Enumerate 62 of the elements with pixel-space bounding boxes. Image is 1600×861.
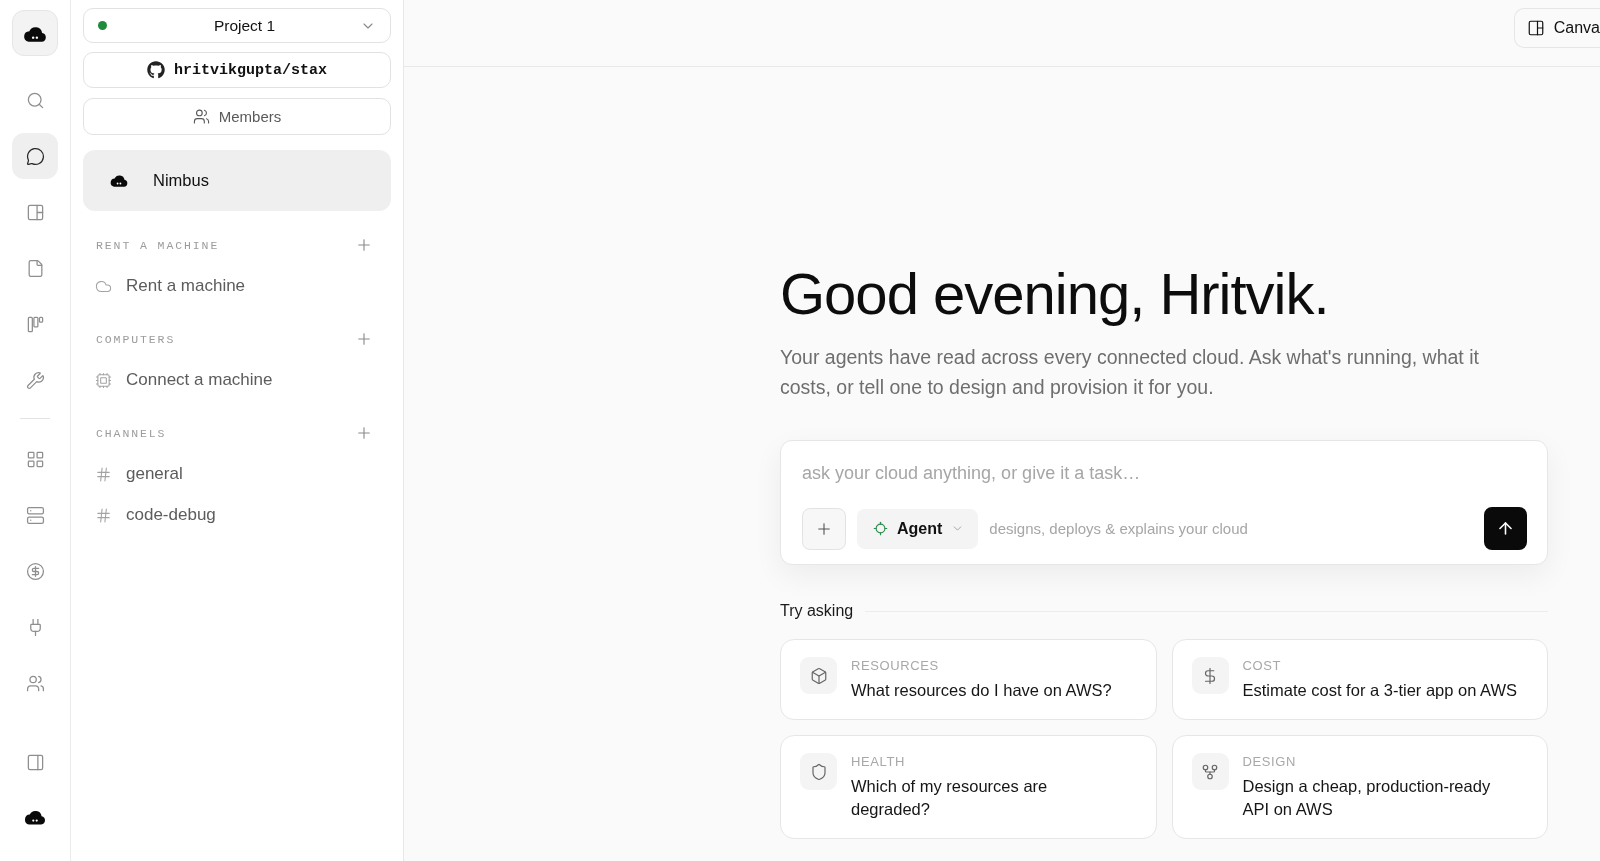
chip-icon <box>95 371 112 389</box>
nav-item[interactable]: Connect a machine <box>83 360 391 400</box>
fork-icon <box>1191 753 1229 790</box>
prompt-input[interactable]: ask your cloud anything, or give it a task… <box>802 461 1527 485</box>
add-button[interactable] <box>355 424 373 442</box>
greeting-subtitle: Your agents have read across every connected cloud. Ask what's running, what it costs, or tell one to design and provision it for you. <box>780 345 1480 400</box>
cloud-logo-icon <box>109 173 129 188</box>
panel-icon <box>25 752 45 772</box>
category-label: HEALTH <box>851 753 906 771</box>
repository-button[interactable]: hritvikgupta/stax <box>83 52 391 88</box>
question-text: Design a cheap, production-ready API on AWS <box>1242 776 1492 820</box>
mode-dropdown[interactable]: Agent <box>857 508 979 549</box>
section-title: RENT A MACHINE <box>96 238 220 252</box>
chat-bubble-icon <box>25 146 45 166</box>
dollar-icon <box>1191 657 1229 694</box>
plus-icon <box>355 424 373 442</box>
suggestion-card[interactable]: HEALTH Which of my resources are degraded? <box>780 735 1157 839</box>
question-text: What resources do I have on AWS? <box>851 680 1112 701</box>
category-label: COST <box>1242 657 1282 675</box>
add-button[interactable] <box>355 236 373 254</box>
members-button[interactable]: Members <box>83 98 391 135</box>
suggestions-title: Try asking <box>780 602 854 620</box>
search-icon <box>25 90 45 110</box>
nav-item[interactable]: code-debug <box>83 495 391 535</box>
chat-button[interactable] <box>12 133 58 179</box>
canvas-button[interactable]: Canva <box>1513 8 1600 48</box>
home-button[interactable] <box>12 10 58 56</box>
add-button[interactable] <box>355 330 373 348</box>
category-label: DESIGN <box>1242 753 1297 771</box>
nav-item[interactable]: general <box>83 454 391 494</box>
layout-icon <box>1526 19 1545 37</box>
send-button[interactable] <box>1484 507 1527 550</box>
question-text: Which of my resources are degraded? <box>851 776 1049 820</box>
plus-icon <box>355 236 373 254</box>
hash-icon <box>95 465 112 483</box>
kanban-icon <box>25 314 45 334</box>
suggestion-card[interactable]: RESOURCES What resources do I have on AWS? <box>780 639 1157 720</box>
server-icon <box>25 505 45 525</box>
category-label: RESOURCES <box>851 657 940 675</box>
section-title: COMPUTERS <box>96 332 176 346</box>
wrench-icon <box>25 370 45 390</box>
crosshair-icon <box>873 521 888 536</box>
mode-hint: designs, deploys & explains your cloud <box>989 520 1248 537</box>
plus-icon <box>355 330 373 348</box>
grid-icon <box>25 449 45 469</box>
project-dropdown[interactable]: Project 1 <box>83 8 391 43</box>
dollar-circle-icon <box>25 561 45 581</box>
add-button[interactable] <box>802 507 846 550</box>
suggestion-card[interactable]: COST Estimate cost for a 3-tier app on AWS <box>1171 639 1548 720</box>
nav-item[interactable]: Rent a machine <box>83 266 391 306</box>
section-title: CHANNELS <box>96 426 167 440</box>
hash-icon <box>95 506 112 524</box>
greeting-title: Good evening, Hritvik. <box>780 260 1330 327</box>
users-icon <box>192 108 210 125</box>
cube-icon <box>800 657 837 694</box>
question-text: Estimate cost for a 3-tier app on AWS <box>1242 680 1517 701</box>
github-icon <box>147 61 165 79</box>
shield-icon <box>800 753 837 790</box>
agent-item[interactable]: Nimbus <box>83 150 391 211</box>
layout-icon <box>25 202 45 222</box>
suggestion-card[interactable]: DESIGN Design a cheap, production-ready API on AWS <box>1171 735 1548 839</box>
users-icon <box>25 673 45 693</box>
